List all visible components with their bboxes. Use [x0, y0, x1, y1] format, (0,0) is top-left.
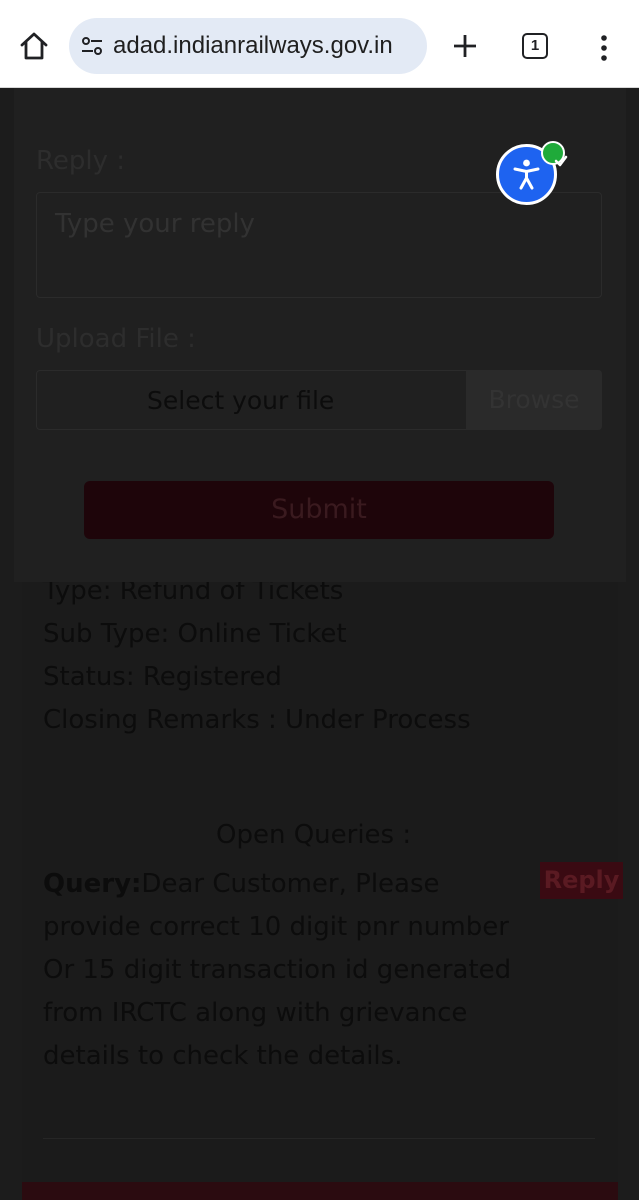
- more-options-icon[interactable]: [596, 34, 612, 62]
- grievance-status: Status: Registered: [43, 662, 282, 692]
- file-input[interactable]: Select your file Browse: [36, 370, 602, 430]
- query-label: Query:: [43, 869, 142, 899]
- address-bar[interactable]: adad.indianrailways.gov.in: [69, 18, 427, 74]
- query-text: Query:Dear Customer, Please provide corr…: [43, 863, 513, 1078]
- new-tab-icon[interactable]: [451, 32, 479, 60]
- url-text: adad.indianrailways.gov.in: [113, 32, 393, 59]
- tab-switcher-button[interactable]: 1: [522, 33, 548, 59]
- reply-placeholder: Type your reply: [55, 209, 255, 239]
- reply-label: Reply :: [36, 146, 126, 176]
- upload-file-label: Upload File :: [36, 324, 196, 354]
- page-content: Type: Refund of Tickets Sub Type: Online…: [0, 88, 639, 1200]
- divider: [43, 1138, 595, 1139]
- accessibility-icon: [513, 159, 540, 190]
- reply-textarea[interactable]: Type your reply: [36, 192, 602, 298]
- submit-button[interactable]: Submit: [84, 481, 554, 539]
- home-icon[interactable]: [18, 30, 50, 62]
- closing-remarks: Closing Remarks : Under Process: [43, 705, 471, 735]
- query-body: Dear Customer, Please provide correct 10…: [43, 869, 512, 1071]
- browser-toolbar: adad.indianrailways.gov.in 1: [0, 0, 639, 88]
- site-settings-icon[interactable]: [81, 36, 103, 56]
- footer-bar: [22, 1182, 618, 1200]
- file-placeholder: Select your file: [147, 386, 335, 415]
- open-queries-heading: Open Queries :: [216, 820, 412, 850]
- grievance-sub-type: Sub Type: Online Ticket: [43, 619, 347, 649]
- query-reply-button[interactable]: Reply: [540, 862, 623, 899]
- browse-button[interactable]: Browse: [466, 370, 602, 430]
- accessibility-button[interactable]: [496, 141, 568, 205]
- checkmark-icon: [541, 141, 568, 167]
